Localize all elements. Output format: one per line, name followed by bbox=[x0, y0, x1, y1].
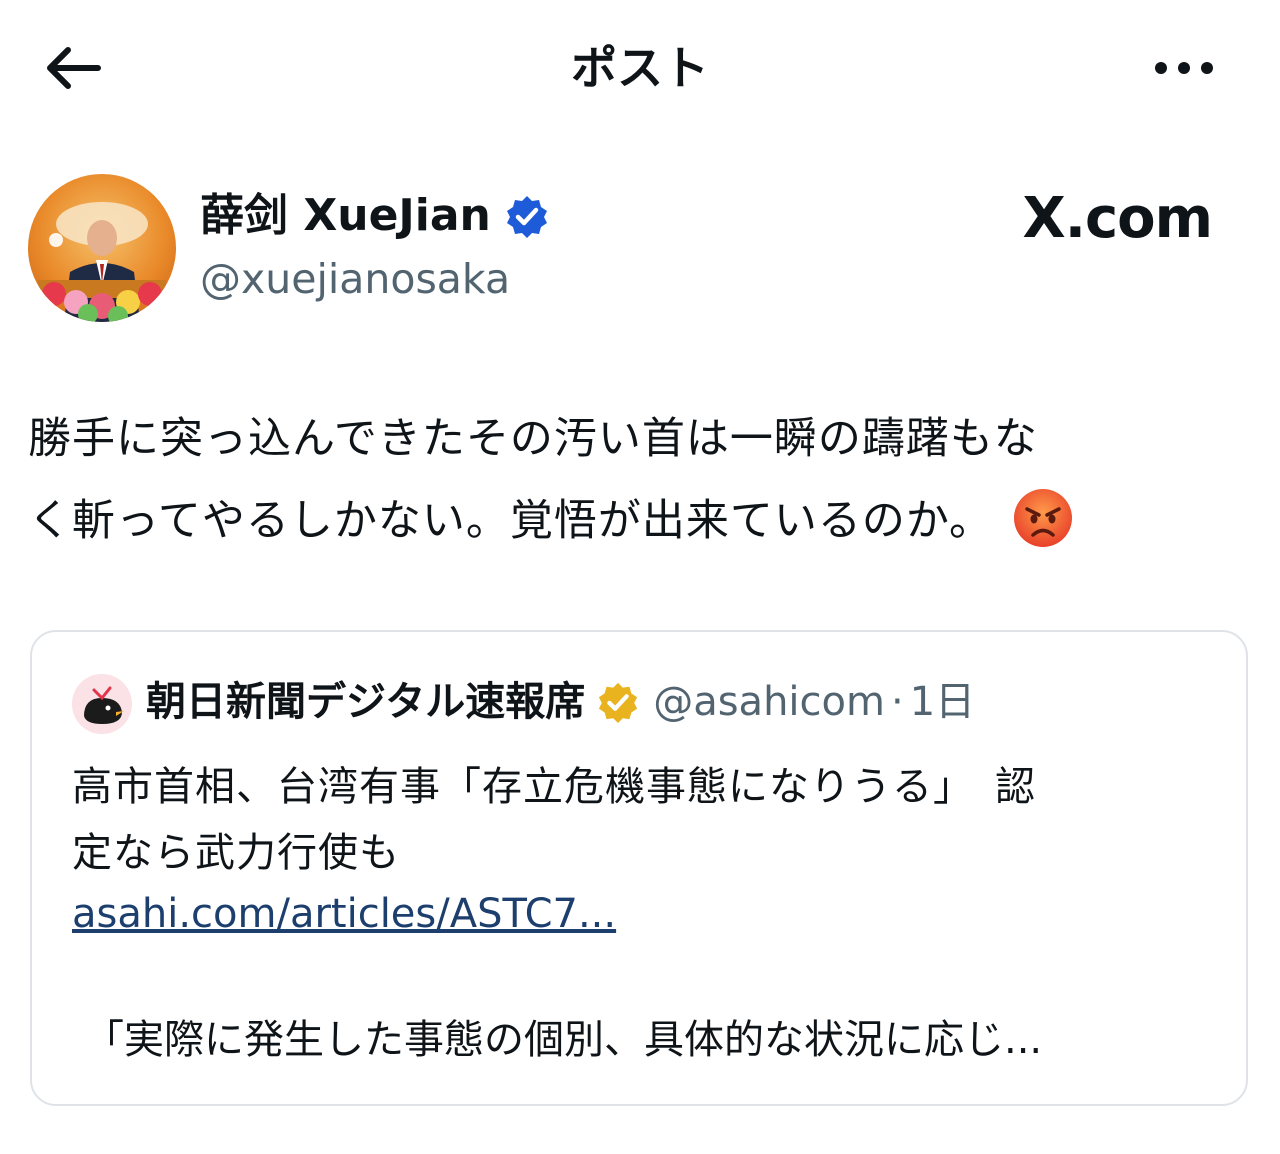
quoted-author-avatar[interactable] bbox=[72, 674, 132, 734]
author-avatar[interactable] bbox=[28, 174, 176, 322]
verified-gold-badge-icon bbox=[597, 681, 639, 723]
separator-dot: · bbox=[890, 679, 904, 725]
more-horizontal-icon bbox=[1155, 62, 1213, 74]
quoted-post-header: 朝日新聞デジタル速報席 @asahicom · 1日 bbox=[146, 672, 975, 732]
verified-badge-icon bbox=[506, 196, 547, 238]
more-options-button[interactable] bbox=[1140, 40, 1224, 96]
article-link[interactable]: asahi.com/articles/ASTC7... bbox=[72, 884, 616, 944]
post-text: 勝手に突っ込んできたその汚い首は一瞬の躊躇もな く斬ってやるしかない。覚悟が出来… bbox=[28, 398, 1258, 562]
quoted-post-time: 1日 bbox=[909, 679, 976, 725]
author-name-row[interactable]: 薛剑 XueJian bbox=[200, 188, 549, 244]
quoted-post-text: 高市首相、台湾有事「存立危機事態になりうる」 認 定なら武力行使も bbox=[72, 754, 1192, 886]
quoted-text-line: 高市首相、台湾有事「存立危機事態になりうる」 認 bbox=[72, 764, 1036, 810]
page-title: ポスト bbox=[571, 41, 709, 95]
article-excerpt: 「実際に発生した事態の個別、具体的な状況に応じ... bbox=[84, 1017, 1043, 1063]
author-display-name: 薛剑 XueJian bbox=[200, 190, 491, 241]
post-text-line: く斬ってやるしかない。覚悟が出来ているのか。 bbox=[28, 480, 1258, 562]
quoted-text-line: 定なら武力行使も bbox=[72, 830, 400, 876]
x-com-watermark: X.com bbox=[1022, 186, 1213, 251]
post-text-line: 勝手に突っ込んできたその汚い首は一瞬の躊躇もな bbox=[28, 414, 1038, 464]
quoted-author-handle: @asahicom bbox=[653, 679, 885, 725]
author-handle[interactable]: @xuejianosaka bbox=[200, 252, 510, 306]
angry-face-emoji bbox=[1014, 488, 1072, 547]
quoted-author-name: 朝日新聞デジタル速報席 bbox=[146, 679, 586, 725]
